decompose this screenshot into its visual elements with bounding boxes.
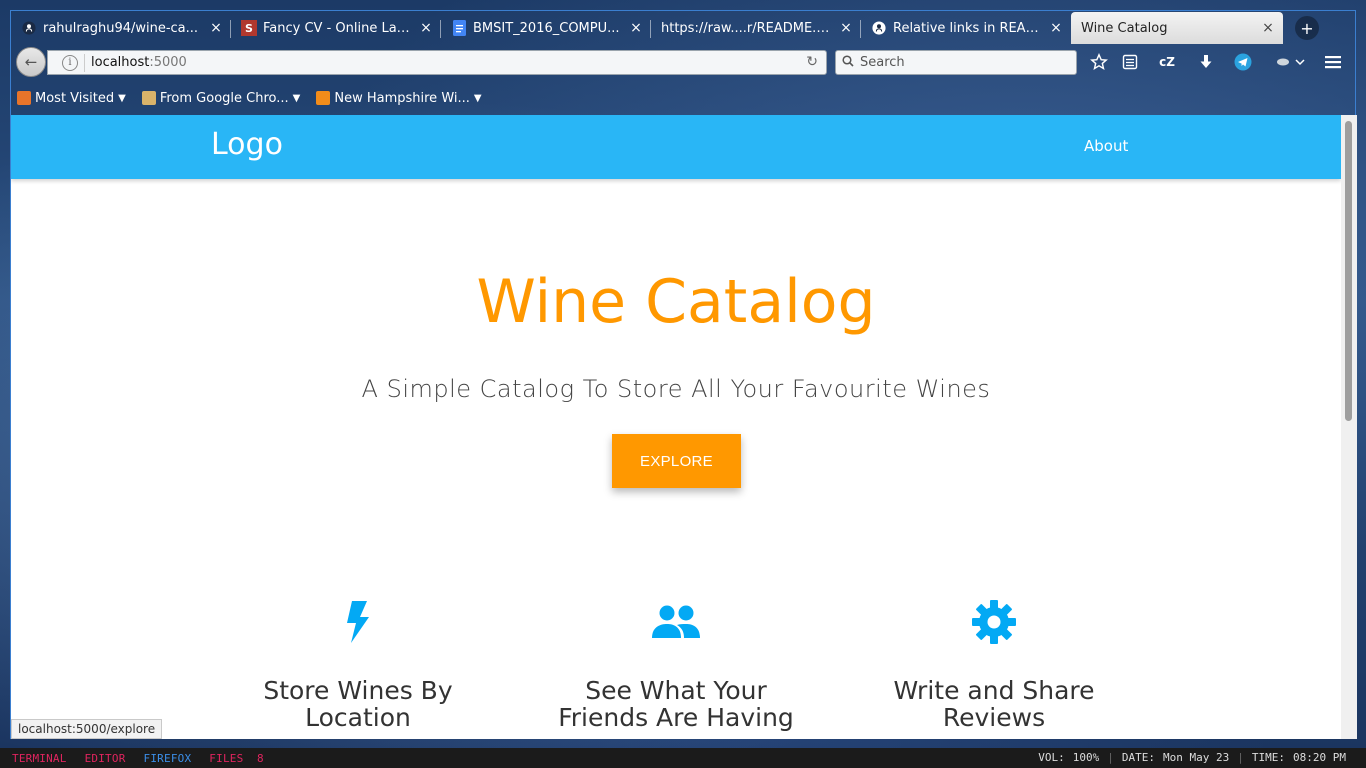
- panel-divider: |: [1237, 751, 1244, 764]
- panel-divider: |: [1107, 751, 1114, 764]
- telegram-icon[interactable]: [1233, 52, 1253, 72]
- date-label: DATE:: [1121, 751, 1156, 764]
- menu-icon[interactable]: [1323, 52, 1343, 72]
- cz-extension-icon[interactable]: cZ: [1157, 52, 1177, 72]
- bookmark-new-hampshire[interactable]: New Hampshire Wi... ▼: [316, 90, 482, 106]
- time-label: TIME:: [1251, 751, 1286, 764]
- tab-close-icon[interactable]: ×: [629, 20, 643, 36]
- back-button[interactable]: ←: [16, 47, 46, 77]
- explore-button[interactable]: EXPLORE: [612, 434, 741, 488]
- back-arrow-icon: ←: [24, 53, 38, 71]
- tab-title: Relative links in READ...: [893, 20, 1041, 36]
- tab-github-wine[interactable]: rahulraghu94/wine-ca... ×: [11, 12, 231, 44]
- github-icon: [871, 20, 887, 36]
- page-viewport: Logo About Wine Catalog A Simple Catalog…: [11, 115, 1357, 739]
- tab-close-icon[interactable]: ×: [1261, 20, 1275, 36]
- time-value: 08:20 PM: [1293, 751, 1346, 764]
- tab-fancy-cv[interactable]: S Fancy CV - Online LaT... ×: [231, 12, 441, 44]
- tab-title: BMSIT_2016_COMPU...: [473, 20, 620, 36]
- tab-relative-links[interactable]: Relative links in READ... ×: [861, 12, 1071, 44]
- bookmark-from-google-chrome[interactable]: From Google Chro... ▼: [141, 90, 301, 106]
- site-info-icon[interactable]: i: [62, 54, 78, 71]
- bookmark-most-visited[interactable]: Most Visited ▼: [17, 91, 126, 106]
- tab-title: Wine Catalog: [1081, 20, 1168, 36]
- site-navbar: Logo About: [11, 115, 1341, 179]
- chevron-down-icon: ▼: [473, 92, 482, 104]
- url-port: :5000: [149, 55, 187, 70]
- tab-close-icon[interactable]: ×: [839, 20, 853, 36]
- new-tab-button[interactable]: +: [1295, 16, 1319, 40]
- bookmark-label: Most Visited: [35, 90, 115, 106]
- tab-title: Fancy CV - Online LaT...: [263, 20, 411, 36]
- reload-icon[interactable]: ↻: [806, 54, 818, 70]
- settings-gear-icon: [864, 599, 1124, 645]
- search-placeholder: Search: [860, 55, 905, 70]
- extension-icon[interactable]: [1273, 52, 1307, 72]
- bookmark-star-icon[interactable]: [1089, 52, 1109, 72]
- url-bar[interactable]: i localhost:5000 ↻: [47, 50, 827, 75]
- status-link-preview: localhost:5000/explore: [11, 719, 163, 739]
- workspace-firefox[interactable]: FIREFOX: [144, 752, 192, 765]
- search-icon: [842, 54, 854, 71]
- workspace-terminal[interactable]: TERMINAL: [12, 752, 67, 765]
- flash-icon: [228, 599, 488, 645]
- download-icon[interactable]: [1196, 52, 1216, 72]
- bookmarks-toolbar: Most Visited ▼ From Google Chro... ▼ New…: [11, 84, 1357, 112]
- navigation-toolbar: ← i localhost:5000 ↻ Search cZ: [11, 44, 1357, 80]
- feature-title: Store Wines By Location: [263, 676, 453, 732]
- tab-title: https://raw....r/README.md: [661, 20, 831, 36]
- hero-title: Wine Catalog: [476, 267, 876, 337]
- rss-icon: [316, 91, 331, 105]
- feature-title: See What Your Friends Are Having: [558, 676, 794, 732]
- most-visited-icon: [17, 91, 31, 105]
- site-logo[interactable]: Logo: [211, 127, 283, 162]
- search-bar[interactable]: Search: [835, 50, 1077, 75]
- tab-strip: rahulraghu94/wine-ca... × S Fancy CV - O…: [11, 11, 1357, 44]
- bookmark-label: New Hampshire Wi...: [334, 90, 470, 106]
- feature-store-wines: Store Wines By Location: [228, 599, 488, 731]
- tab-close-icon[interactable]: ×: [209, 20, 223, 36]
- sharelatex-icon: S: [241, 20, 257, 36]
- url-host: localhost: [91, 55, 150, 70]
- tab-title: rahulraghu94/wine-ca...: [43, 20, 199, 36]
- feature-friends: See What Your Friends Are Having: [546, 599, 806, 731]
- firefox-window: rahulraghu94/wine-ca... × S Fancy CV - O…: [10, 10, 1357, 739]
- github-icon: [21, 20, 37, 36]
- scrollbar-thumb[interactable]: [1345, 121, 1352, 421]
- feature-title: Write and Share Reviews: [893, 676, 1095, 732]
- tab-wine-catalog[interactable]: Wine Catalog ×: [1071, 12, 1283, 44]
- workspace-files[interactable]: FILES 8: [209, 752, 264, 765]
- workspace-editor[interactable]: EDITOR: [85, 752, 126, 765]
- url-divider: [84, 53, 85, 72]
- nav-link-about[interactable]: About: [1084, 137, 1128, 155]
- google-docs-icon: [451, 20, 467, 36]
- tab-bmsit[interactable]: BMSIT_2016_COMPU... ×: [441, 12, 651, 44]
- hero-subtitle: A Simple Catalog To Store All Your Favou…: [361, 375, 991, 403]
- bookmark-label: From Google Chro...: [159, 90, 289, 106]
- tab-close-icon[interactable]: ×: [1049, 20, 1063, 36]
- tab-close-icon[interactable]: ×: [419, 20, 433, 36]
- chevron-down-icon: ▼: [292, 92, 301, 104]
- volume-label: VOL:: [1038, 751, 1065, 764]
- desktop-panel: TERMINAL EDITOR FIREFOX FILES 8 VOL: 100…: [0, 748, 1366, 768]
- chevron-down-icon: ▼: [118, 92, 126, 104]
- feature-reviews: Write and Share Reviews: [864, 599, 1124, 731]
- volume-value[interactable]: 100%: [1073, 751, 1100, 764]
- date-value: Mon May 23: [1163, 751, 1230, 764]
- reader-list-icon[interactable]: [1120, 52, 1140, 72]
- panel-status: VOL: 100% | DATE: Mon May 23 | TIME: 08:…: [1030, 751, 1346, 764]
- group-icon: [546, 599, 806, 645]
- folder-icon: [141, 91, 156, 105]
- tab-readme-raw[interactable]: https://raw....r/README.md ×: [651, 12, 861, 44]
- page-scrollbar[interactable]: [1341, 115, 1357, 739]
